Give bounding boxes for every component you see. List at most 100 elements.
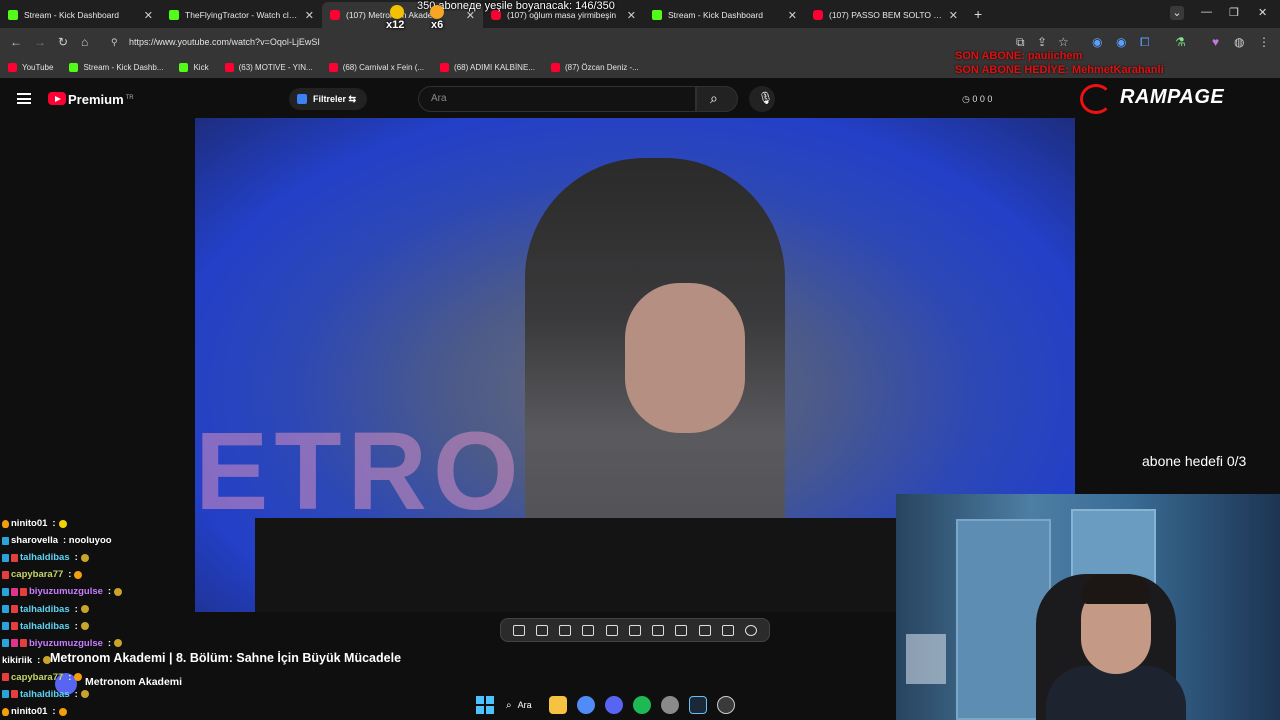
youtube-icon [813, 10, 823, 20]
close-tab-icon[interactable]: ✕ [305, 9, 314, 22]
extensions-icon[interactable]: ⧠ [1140, 35, 1150, 50]
back-icon[interactable]: ← [10, 35, 22, 49]
share-icon[interactable]: ⇪ [1037, 35, 1047, 49]
chat-text: : [74, 603, 78, 615]
extension-2-icon[interactable]: ◉ [1116, 35, 1126, 49]
bookmark-item[interactable]: YouTube [8, 62, 53, 72]
subtitles-icon[interactable] [628, 624, 641, 636]
bookmark-item[interactable]: (68) Carnival x Fein (... [328, 62, 424, 72]
youtube-icon [330, 10, 340, 20]
chat-username[interactable]: ninito01 [11, 515, 47, 532]
blue-badge-icon [2, 605, 9, 614]
settings-icon[interactable] [660, 696, 679, 714]
view-icon[interactable] [559, 624, 572, 636]
minimize-icon[interactable]: — [1201, 6, 1212, 18]
bookmark-item[interactable]: (68) ADIMI KALBİNE... [440, 62, 535, 72]
reload-icon[interactable]: ↻ [58, 35, 68, 49]
menu-icon[interactable]: ⋮ [1258, 35, 1270, 49]
chat-message: talhaldibas: [2, 686, 302, 703]
fire-badge-icon [2, 707, 9, 716]
chat-username[interactable]: talhaldibas [20, 601, 70, 618]
bookmark-label: Stream - Kick Dashb... [83, 62, 164, 72]
bookmark-icon[interactable]: ☆ [1058, 35, 1069, 49]
extension-3-icon[interactable]: ♥ [1212, 35, 1219, 49]
audio-icon[interactable] [535, 624, 548, 636]
steam-icon[interactable] [688, 696, 707, 714]
bookmark-label: Kick [193, 62, 209, 72]
youtube-logo-icon[interactable] [48, 92, 66, 105]
youtube-icon [550, 62, 560, 72]
cinema-icon[interactable] [582, 624, 595, 636]
search-button[interactable]: ⌕ [696, 86, 738, 112]
player-controls [500, 618, 770, 642]
blue-badge-icon [2, 639, 9, 648]
close-tab-icon[interactable]: ✕ [788, 9, 797, 22]
site-info-icon[interactable]: ⚲ [111, 33, 118, 51]
search-placeholder: Ara [431, 93, 447, 104]
profile-icon[interactable]: ◍ [1234, 35, 1244, 49]
chat-username[interactable]: talhaldibas [20, 549, 70, 566]
loop-icon[interactable] [512, 624, 525, 636]
taskbar-search-icon[interactable]: ⌕ [506, 700, 512, 711]
pip-icon[interactable] [675, 624, 688, 636]
last-subscriber-overlay: SON ABONE: pauiichem SON ABONE HEDİYE: M… [955, 49, 1164, 77]
chat-username[interactable]: capybara77 [11, 566, 63, 583]
hamburger-menu-icon[interactable] [17, 93, 31, 104]
speed-icon[interactable] [652, 624, 665, 636]
bookmark-item[interactable]: Stream - Kick Dashb... [69, 62, 164, 72]
maximize-icon[interactable]: ❐ [1229, 6, 1239, 19]
close-tab-icon[interactable]: ✕ [949, 9, 958, 22]
taskbar-search-label[interactable]: Ara [518, 700, 532, 710]
chat-text: : [107, 637, 112, 649]
forward-icon[interactable]: → [34, 35, 46, 49]
windows-taskbar: ⌕ Ara [470, 690, 800, 720]
discord-icon[interactable] [604, 696, 623, 714]
country-code: TR [125, 94, 134, 101]
close-tab-icon[interactable]: ✕ [144, 9, 153, 22]
filter-button[interactable]: Filtreler ⇆ [289, 88, 367, 110]
chat-username[interactable]: biyuzumuzgulse [29, 583, 103, 600]
browser-tab[interactable]: Stream - Kick Dashboard ✕ [644, 2, 805, 28]
chat-text: : [68, 569, 72, 581]
theater-icon[interactable] [605, 624, 618, 636]
chat-username[interactable]: talhaldibas [20, 618, 70, 635]
rampage-emblem-icon [1080, 84, 1112, 114]
obs-icon[interactable] [716, 696, 735, 714]
bookmark-item[interactable]: Kick [179, 62, 209, 72]
install-icon[interactable]: ⧉ [1016, 35, 1025, 50]
close-window-icon[interactable]: ✕ [1258, 6, 1267, 19]
chat-username[interactable]: capybara77 [11, 669, 63, 686]
search-input[interactable]: Ara [418, 86, 696, 112]
extension-1-icon[interactable]: ◉ [1092, 35, 1102, 49]
chat-username[interactable]: ninito01 [11, 703, 47, 720]
chat-username[interactable]: biyuzumuzgulse [29, 635, 103, 652]
lab-icon[interactable] [722, 624, 735, 636]
red-badge-icon [20, 587, 27, 596]
spotify-icon[interactable] [632, 696, 651, 714]
browser-tab[interactable]: TheFlyingTractor - Watch clips ✕ [161, 2, 322, 28]
voice-search-button[interactable]: 🎙 [749, 86, 775, 112]
screenshot-icon[interactable] [698, 624, 711, 636]
browser-tab[interactable]: Stream - Kick Dashboard ✕ [0, 2, 161, 28]
youtube-premium-logo[interactable]: Premium TR [68, 92, 134, 107]
new-tab-button[interactable]: + [974, 6, 982, 22]
extension-stats: ◷ 0 0 0 [962, 94, 993, 104]
emote-combo-1: x12 [386, 19, 405, 31]
chat-username[interactable]: kikiriik [2, 652, 32, 669]
chrome-icon[interactable] [576, 696, 595, 714]
close-tab-icon[interactable]: ✕ [627, 9, 636, 22]
windows-start-icon[interactable] [476, 696, 494, 714]
tab-search-icon[interactable]: ⌄ [1170, 6, 1184, 20]
browser-tab[interactable]: (107) PASSO BEM SOLTO (ULTR ✕ [805, 2, 966, 28]
file-explorer-icon[interactable] [548, 696, 567, 714]
chat-username[interactable]: sharovella [11, 532, 58, 549]
bookmark-item[interactable]: (63) MOTIVE - YIN... [224, 62, 313, 72]
home-icon[interactable]: ⌂ [81, 35, 88, 49]
chat-username[interactable]: talhaldibas [20, 686, 70, 703]
bookmark-item[interactable]: (87) Özcan Deniz -... [550, 62, 639, 72]
url-field[interactable]: ⚲ https://www.youtube.com/watch?v=Oqol-L… [105, 33, 985, 51]
settings-gear-icon[interactable] [745, 624, 758, 636]
red-badge-icon [20, 639, 27, 648]
lab-icon[interactable]: ⚗ [1175, 35, 1186, 49]
chat-emote-icon [58, 707, 67, 716]
